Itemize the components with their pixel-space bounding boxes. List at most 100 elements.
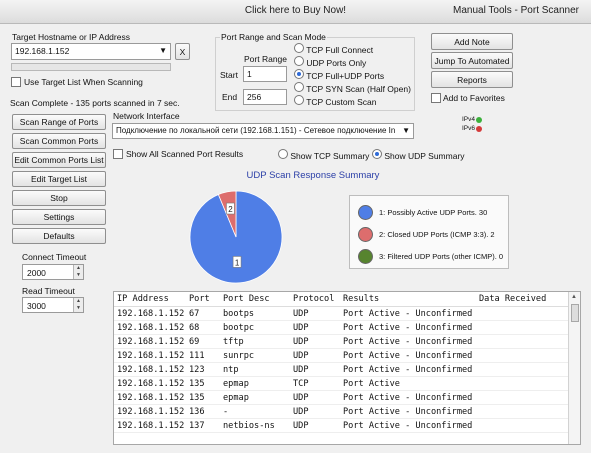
scan-mode-syn[interactable]: TCP SYN Scan (Half Open) (294, 82, 411, 94)
column-header-results[interactable]: Results (340, 292, 476, 307)
table-cell: 137 (186, 418, 220, 433)
column-header-port[interactable]: Port (186, 292, 220, 307)
scan-mode-tcp-udp[interactable]: TCP Full+UDP Ports (294, 69, 384, 81)
show-tcp-radio[interactable] (278, 149, 288, 159)
settings-button[interactable]: Settings (12, 209, 106, 225)
chevron-down-icon[interactable]: ▼ (402, 126, 410, 135)
show-tcp-label: Show TCP Summary (290, 151, 370, 161)
connect-timeout-label: Connect Timeout (22, 252, 87, 262)
table-cell: TCP (290, 376, 340, 391)
spinner-arrows-icon[interactable]: ▲ ▼ (73, 265, 83, 279)
add-to-favorites-checkbox[interactable] (431, 93, 441, 103)
legend-text: 2: Closed UDP Ports (ICMP 3:3). 2 (379, 230, 495, 239)
legend-text: 1: Possibly Active UDP Ports. 30 (379, 208, 488, 217)
window-title: Manual Tools - Port Scanner (453, 5, 579, 16)
ipv6-status-icon (476, 126, 482, 132)
scan-mode-radio[interactable] (294, 95, 304, 105)
scan-mode-radio[interactable] (294, 56, 304, 66)
connect-timeout-spinner[interactable]: 2000 ▲ ▼ (22, 264, 84, 280)
table-cell (476, 404, 570, 419)
table-cell: 192.168.1.152 (114, 390, 186, 405)
end-label: End (222, 92, 238, 102)
jump-to-automated-button[interactable]: Jump To Automated (431, 52, 513, 69)
column-header-protocol[interactable]: Protocol (290, 292, 340, 307)
spinner-arrows-icon[interactable]: ▲ ▼ (73, 298, 83, 312)
scroll-up-icon[interactable]: ▲ (571, 294, 577, 300)
target-label: Target Hostname or IP Address (12, 32, 130, 42)
edit-common-ports-button[interactable]: Edit Common Ports List (12, 152, 106, 168)
table-cell: 68 (186, 320, 220, 335)
scan-mode-custom[interactable]: TCP Custom Scan (294, 95, 376, 107)
add-note-button[interactable]: Add Note (431, 33, 513, 50)
target-host-value: 192.168.1.152 (15, 46, 70, 56)
table-cell: 192.168.1.152 (114, 376, 186, 391)
table-cell: 67 (186, 306, 220, 321)
table-cell: 192.168.1.152 (114, 418, 186, 433)
table-cell: 111 (186, 348, 220, 363)
network-interface-select[interactable]: Подключение по локальной сети (192.168.1… (112, 123, 414, 139)
legend-marker (358, 249, 373, 264)
use-target-list-label: Use Target List When Scanning (24, 77, 143, 87)
target-host-select[interactable]: 192.168.1.152 ▼ (11, 43, 171, 60)
read-timeout-spinner[interactable]: 3000 ▲ ▼ (22, 297, 84, 313)
start-port-input[interactable]: 1 (243, 66, 287, 82)
chevron-down-icon[interactable]: ▼ (159, 46, 167, 55)
results-scrollbar[interactable]: ▲ (568, 292, 580, 444)
scan-range-button[interactable]: Scan Range of Ports (12, 114, 106, 130)
table-row[interactable]: 192.168.1.152 136- UDP Port Active - Unconf… (114, 404, 570, 419)
table-cell (476, 362, 570, 377)
table-cell (476, 418, 570, 433)
table-row[interactable]: 192.168.1.152 137 netbios-ns UDP Port Active… (114, 418, 570, 433)
scan-status-text: Scan Complete - 135 ports scanned in 7 s… (10, 98, 180, 108)
column-header-port-desc[interactable]: Port Desc (220, 292, 290, 307)
table-cell: epmap (220, 376, 290, 391)
scan-common-button[interactable]: Scan Common Ports (12, 133, 106, 149)
connect-timeout-value: 2000 (27, 268, 46, 278)
table-row[interactable]: 192.168.1.152 135 epmap UDP Port Active - Un… (114, 390, 570, 405)
show-udp-summary-option[interactable]: Show UDP Summary (372, 149, 465, 161)
scan-mode-full-connect[interactable]: TCP Full Connect (294, 43, 373, 55)
stop-button[interactable]: Stop (12, 190, 106, 206)
table-cell: 135 (186, 376, 220, 391)
table-header-row: IP Address Port Port Desc Protocol Resul… (114, 292, 570, 307)
table-row[interactable]: 192.168.1.152 68 bootpc UDP Port Active - Un… (114, 320, 570, 335)
edit-target-list-button[interactable]: Edit Target List (12, 171, 106, 187)
table-row[interactable]: 192.168.1.152 67 bootps UDP Port Active - Un… (114, 306, 570, 321)
show-udp-label: Show UDP Summary (384, 151, 465, 161)
table-row[interactable]: 192.168.1.152 69 tftp UDP Port Active - Unco… (114, 334, 570, 349)
use-target-list-checkbox[interactable] (11, 77, 21, 87)
scan-progress-bar (11, 63, 171, 71)
table-cell: UDP (290, 348, 340, 363)
table-cell: 69 (186, 334, 220, 349)
scan-mode-radio-selected[interactable] (294, 69, 304, 79)
table-cell: UDP (290, 320, 340, 335)
table-cell: Port Active - Unconfirmed (340, 334, 476, 349)
table-cell: 136 (186, 404, 220, 419)
column-header-ip[interactable]: IP Address (114, 292, 186, 307)
ipv4-status-icon (476, 117, 482, 123)
reports-button[interactable]: Reports (431, 71, 513, 88)
clear-target-button[interactable]: X (175, 43, 190, 60)
show-tcp-summary-option[interactable]: Show TCP Summary (278, 149, 369, 161)
legend-text: 3: Filtered UDP Ports (other ICMP). 0 (379, 252, 504, 261)
scrollbar-thumb[interactable] (571, 304, 579, 322)
table-cell: Port Active - Unconfirmed (340, 306, 476, 321)
table-row[interactable]: 192.168.1.152 135 epmap TCP Port Active (114, 376, 570, 391)
column-header-data-received[interactable]: Data Received (476, 292, 570, 307)
table-cell (476, 348, 570, 363)
scan-mode-radio[interactable] (294, 43, 304, 53)
table-row[interactable]: 192.168.1.152 111 sunrpc UDP Port Active - U… (114, 348, 570, 363)
show-all-results-checkbox[interactable] (113, 149, 123, 159)
scan-mode-radio[interactable] (294, 82, 304, 92)
scan-mode-label: TCP SYN Scan (Half Open) (306, 84, 411, 94)
table-cell: Port Active - Unconfirmed (340, 418, 476, 433)
pie-slice-label: 1 (235, 258, 240, 267)
show-udp-radio[interactable] (372, 149, 382, 159)
table-cell: 123 (186, 362, 220, 377)
table-cell: UDP (290, 334, 340, 349)
scan-mode-udp-only[interactable]: UDP Ports Only (294, 56, 366, 68)
legend-item-1: 1: Possibly Active UDP Ports. 30 (358, 205, 487, 220)
end-port-input[interactable]: 256 (243, 89, 287, 105)
table-row[interactable]: 192.168.1.152 123 ntp UDP Port Active - Unco… (114, 362, 570, 377)
defaults-button[interactable]: Defaults (12, 228, 106, 244)
